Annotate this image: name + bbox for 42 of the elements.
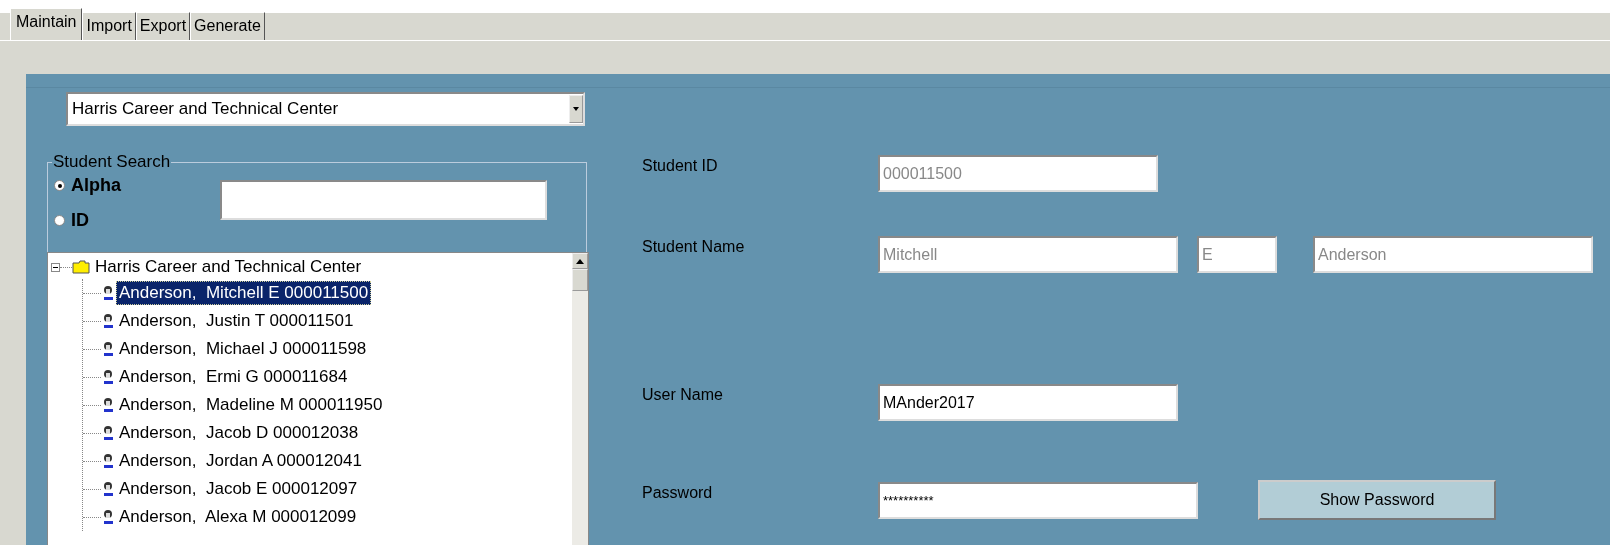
tree-item[interactable]: Anderson, Michael J 000011598 — [116, 337, 370, 361]
tree-item[interactable]: Anderson, Justin T 000011501 — [116, 309, 357, 333]
tree-item[interactable]: Anderson, Jordan A 000012041 — [116, 449, 365, 473]
person-icon — [102, 285, 114, 301]
tree-item[interactable]: Anderson, Mitchell E 000011500 — [116, 281, 372, 305]
person-icon — [102, 481, 114, 497]
person-icon — [102, 313, 114, 329]
tree-item[interactable]: Anderson, Jacob D 000012038 — [116, 421, 362, 445]
field-label: Student Name — [642, 237, 746, 256]
radio-icon[interactable] — [54, 180, 65, 191]
radio-option[interactable]: ID — [54, 210, 220, 231]
field-label: Student ID — [642, 156, 719, 175]
tree-item[interactable]: Harris Career and Technical Center — [92, 255, 365, 279]
field-label: User Name — [642, 385, 724, 404]
tree-item[interactable]: Anderson, Ermi G 000011684 — [116, 365, 351, 389]
radio-option[interactable]: Alpha — [54, 175, 220, 196]
tree-item[interactable]: Anderson, Jacob E 000012097 — [116, 477, 361, 501]
person-icon — [102, 509, 114, 525]
person-icon — [102, 453, 114, 469]
person-icon — [102, 397, 114, 413]
person-icon — [102, 341, 114, 357]
search-field[interactable] — [220, 180, 547, 220]
group-title: Student Search — [52, 152, 172, 172]
scroll-thumb[interactable] — [572, 269, 588, 291]
person-icon — [102, 425, 114, 441]
tree-item[interactable]: Anderson, Madeline M 000011950 — [116, 393, 386, 417]
show-password-button[interactable]: Show Password — [1258, 480, 1496, 520]
field-label: Password — [642, 483, 714, 502]
radio-icon[interactable] — [54, 215, 65, 226]
folder-icon — [72, 260, 90, 274]
school-dropdown[interactable]: Harris Career and Technical Center — [66, 92, 585, 126]
tab[interactable]: Export — [135, 12, 191, 40]
collapse-icon[interactable] — [51, 262, 60, 272]
person-icon — [102, 369, 114, 385]
scroll-up-icon[interactable] — [572, 253, 588, 269]
tab[interactable]: Maintain — [10, 8, 83, 40]
scrollbar[interactable] — [572, 253, 588, 545]
user-name-field[interactable]: MAnder2017 — [878, 384, 1178, 421]
tab[interactable]: Import — [82, 12, 136, 40]
tree-item[interactable]: Anderson, Alexa M 000012099 — [116, 505, 360, 529]
password-field[interactable]: ********** — [878, 482, 1198, 519]
tab[interactable]: Generate — [190, 12, 265, 40]
